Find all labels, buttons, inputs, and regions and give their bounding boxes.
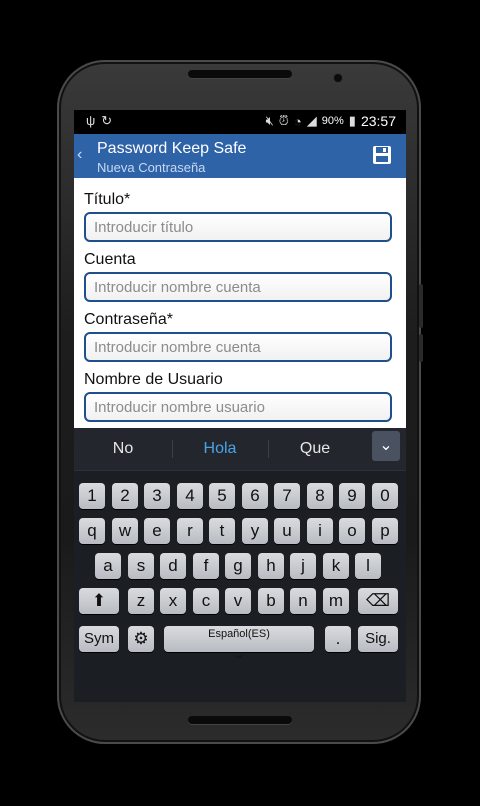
account-field[interactable] xyxy=(84,272,406,302)
key-q[interactable]: q xyxy=(79,518,105,544)
sync-icon: ↻ xyxy=(101,113,113,128)
key-z[interactable]: z xyxy=(128,588,154,614)
battery-percent: 90% xyxy=(321,115,344,127)
username-input[interactable] xyxy=(86,394,406,420)
space-key[interactable]: Español(ES) ⎵ xyxy=(164,626,314,657)
period-key[interactable]: . xyxy=(325,626,351,652)
battery-icon: ▮ xyxy=(348,113,356,128)
title-input[interactable] xyxy=(86,214,406,240)
key-o[interactable]: o xyxy=(339,518,365,544)
key-8[interactable]: 8 xyxy=(307,483,333,509)
password-input[interactable] xyxy=(86,334,406,360)
key-w[interactable]: w xyxy=(112,518,138,544)
key-9[interactable]: 9 xyxy=(339,483,365,509)
usb-icon: ψ xyxy=(86,113,96,128)
symbols-key[interactable]: Sym xyxy=(79,626,119,652)
speaker-grille-top xyxy=(188,70,292,78)
keyboard: No Hola Que ⌄ 1 2 3 4 5 6 7 8 9 0 q w e … xyxy=(74,428,406,702)
mute-icon: 🔇︎ xyxy=(265,113,274,128)
key-m[interactable]: m xyxy=(323,588,349,614)
key-g[interactable]: g xyxy=(225,553,251,579)
alarm-icon: ⏰︎ xyxy=(278,113,289,128)
key-l[interactable]: l xyxy=(355,553,381,579)
key-p[interactable]: p xyxy=(372,518,398,544)
key-x[interactable]: x xyxy=(160,588,186,614)
signal-icon: ◢ xyxy=(306,113,317,128)
key-7[interactable]: 7 xyxy=(274,483,300,509)
power-button xyxy=(419,334,423,362)
new-password-form: Título* Cuenta Contraseña* Nombre de Usu… xyxy=(74,178,406,428)
key-0[interactable]: 0 xyxy=(372,483,398,509)
volume-button xyxy=(419,284,423,328)
key-a[interactable]: a xyxy=(95,553,121,579)
key-4[interactable]: 4 xyxy=(177,483,203,509)
key-k[interactable]: k xyxy=(323,553,349,579)
screen: ψ ↻ 🔇︎ ⏰︎ ◔ ◢ 90% ▮ 23:57 ‹ Password Kee… xyxy=(74,110,406,702)
key-d[interactable]: d xyxy=(160,553,186,579)
key-2[interactable]: 2 xyxy=(112,483,138,509)
next-key[interactable]: Sig. xyxy=(358,626,398,652)
gear-icon: ⚙ xyxy=(133,629,149,648)
password-field[interactable] xyxy=(84,332,406,362)
save-icon[interactable] xyxy=(372,145,392,165)
back-icon[interactable]: ‹ xyxy=(77,146,82,164)
key-h[interactable]: h xyxy=(258,553,284,579)
suggestion-divider xyxy=(268,440,269,458)
collapse-keyboard-button[interactable]: ⌄ xyxy=(372,431,400,461)
key-n[interactable]: n xyxy=(290,588,316,614)
key-i[interactable]: i xyxy=(307,518,333,544)
space-language-label: Español(ES) xyxy=(208,628,270,640)
account-input[interactable] xyxy=(86,274,406,300)
key-3[interactable]: 3 xyxy=(144,483,170,509)
suggestion-hola[interactable]: Hola xyxy=(175,440,265,458)
title-label: Título* xyxy=(84,191,131,208)
key-6[interactable]: 6 xyxy=(242,483,268,509)
suggestion-divider xyxy=(172,440,173,458)
suggestion-bar: No Hola Que ⌄ xyxy=(74,428,406,471)
username-field[interactable] xyxy=(84,392,406,422)
front-camera xyxy=(334,74,342,82)
action-bar: ‹ Password Keep Safe Nueva Contraseña xyxy=(74,134,406,178)
clock: 23:57 xyxy=(360,113,396,129)
wifi-icon: ◔ xyxy=(293,113,302,129)
password-label: Contraseña* xyxy=(84,311,173,328)
shift-key[interactable]: ⬆ xyxy=(79,588,119,614)
suggestion-no[interactable]: No xyxy=(78,440,168,458)
key-f[interactable]: f xyxy=(193,553,219,579)
backspace-key[interactable]: ⌫ xyxy=(358,588,398,614)
key-y[interactable]: y xyxy=(242,518,268,544)
key-b[interactable]: b xyxy=(258,588,284,614)
key-c[interactable]: c xyxy=(193,588,219,614)
speaker-grille-bottom xyxy=(188,716,292,724)
key-5[interactable]: 5 xyxy=(209,483,235,509)
key-r[interactable]: r xyxy=(177,518,203,544)
key-t[interactable]: t xyxy=(209,518,235,544)
key-e[interactable]: e xyxy=(144,518,170,544)
screen-subtitle: Nueva Contraseña xyxy=(97,160,206,175)
account-label: Cuenta xyxy=(84,251,136,268)
space-bar-icon: ⎵ xyxy=(236,642,242,657)
key-u[interactable]: u xyxy=(274,518,300,544)
app-title: Password Keep Safe xyxy=(97,140,247,157)
settings-key[interactable]: ⚙ xyxy=(128,626,154,652)
suggestion-que[interactable]: Que xyxy=(270,440,360,458)
key-s[interactable]: s xyxy=(128,553,154,579)
title-field[interactable] xyxy=(84,212,406,242)
key-v[interactable]: v xyxy=(225,588,251,614)
status-bar: ψ ↻ 🔇︎ ⏰︎ ◔ ◢ 90% ▮ 23:57 xyxy=(74,110,406,134)
key-j[interactable]: j xyxy=(290,553,316,579)
username-label: Nombre de Usuario xyxy=(84,371,223,388)
key-1[interactable]: 1 xyxy=(79,483,105,509)
